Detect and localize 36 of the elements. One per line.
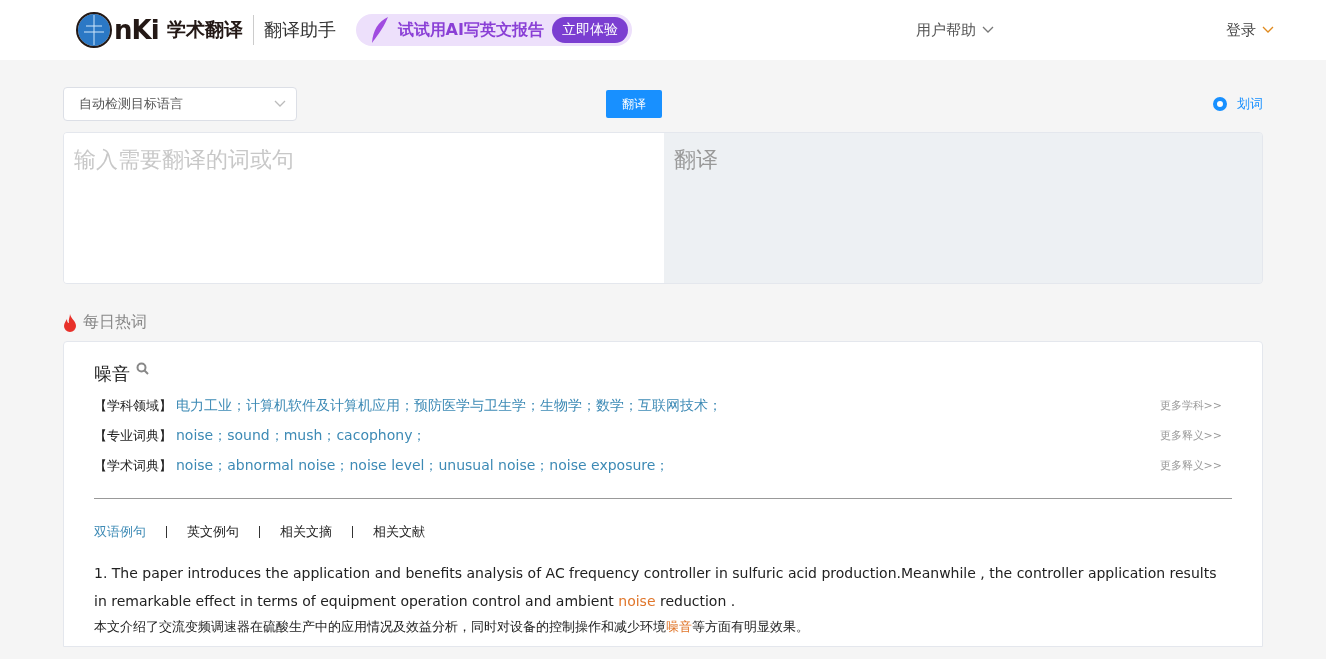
definition-links[interactable]: 电力工业；计算机软件及计算机应用；预防医学与卫生学；生物学；数学；互联网技术； — [176, 396, 722, 415]
chevron-down-icon — [274, 100, 286, 108]
globe-logo-icon — [76, 12, 112, 48]
example-tab[interactable]: 英文例句 — [187, 523, 239, 541]
search-icon[interactable] — [136, 362, 149, 375]
definition-links[interactable]: noise；abnormal noise；noise level；unusual noise；noise exposure； — [176, 456, 670, 475]
brand-name: 学术翻译 — [166, 17, 243, 42]
feather-icon — [369, 16, 390, 44]
help-menu[interactable]: 用户帮助 — [910, 19, 1000, 41]
try-now-button[interactable]: 立即体验 — [551, 17, 628, 43]
english-sentence: 1. The paper introduces the application and benefits analysis of AC frequency controller in sulfuric acid production.Meanwhile , the controller application results in remarkable effect in terms of equipment operation control and ambient noise reduction . — [94, 564, 1218, 611]
translate-button[interactable]: 翻译 — [606, 90, 662, 118]
word-pick-label[interactable]: 划词 — [1237, 95, 1263, 113]
example-tab[interactable]: 双语例句 — [94, 523, 146, 541]
chevron-down-icon — [982, 26, 994, 34]
promo-text: 试试用AI写英文报告 — [397, 19, 544, 41]
hot-word: 噪音 — [94, 362, 130, 386]
word-pick-radio[interactable] — [1213, 97, 1227, 111]
section-title: 每日热词 — [83, 312, 147, 333]
example-tab[interactable]: 相关文献 — [373, 523, 425, 541]
row-label: 【专业词典】 — [94, 426, 172, 445]
more-link[interactable]: 更多学科>> — [1159, 398, 1222, 413]
more-link[interactable]: 更多释义>> — [1159, 458, 1222, 473]
promo-banner[interactable]: 试试用AI写英文报告 立即体验 — [355, 14, 632, 46]
flame-icon — [63, 313, 77, 332]
chinese-sentence: 本文介绍了交流变频调速器在硫酸生产中的应用情况及效益分析，同时对设备的控制操作和减少环境噪音等方面有明显效果。 — [94, 618, 810, 636]
language-select[interactable]: 自动检测目标语言 — [63, 87, 297, 121]
logo-text: nKi — [114, 15, 159, 45]
definition-links[interactable]: noise；sound；mush；cacophony； — [176, 426, 427, 445]
chevron-down-icon — [1262, 26, 1274, 34]
row-label: 【学术词典】 — [94, 456, 172, 475]
example-tab[interactable]: 相关文摘 — [280, 523, 332, 541]
more-link[interactable]: 更多释义>> — [1159, 428, 1222, 443]
row-label: 【学科领域】 — [94, 396, 172, 415]
product-name: 翻译助手 — [263, 18, 336, 42]
login-menu[interactable]: 登录 — [1220, 19, 1280, 41]
